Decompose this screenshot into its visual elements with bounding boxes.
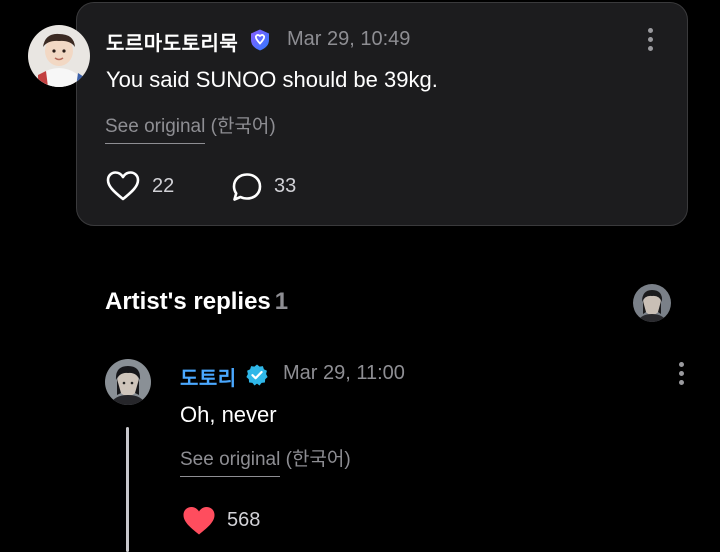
original-language: (한국어) <box>285 449 351 470</box>
artist-replies-count: 1 <box>274 288 289 315</box>
see-original-link[interactable]: See original (한국어) <box>105 111 276 144</box>
see-original-label[interactable]: See original <box>105 116 206 144</box>
reply-like-count: 568 <box>227 509 261 531</box>
speech-bubble-icon[interactable] <box>231 171 263 203</box>
original-language: (한국어) <box>210 116 276 137</box>
heart-outline-icon[interactable] <box>105 170 141 202</box>
membership-badge-icon <box>248 28 272 52</box>
artist-replies-title: Artist's replies <box>105 288 271 315</box>
reply-thread-line <box>126 427 129 552</box>
artist-replies-heading: Artist's replies 1 <box>105 288 288 316</box>
user-avatar[interactable] <box>28 25 90 87</box>
reply-author-name[interactable]: 도토리 <box>180 362 237 391</box>
reply-body: Oh, never <box>180 402 277 427</box>
comment-timestamp: Mar 29, 10:49 <box>287 28 411 50</box>
comment-body: You said SUNOO should be 39kg. <box>106 67 438 92</box>
comment-reply-count: 33 <box>274 175 297 197</box>
reply-author-avatar[interactable] <box>105 359 151 405</box>
comment-like-count: 22 <box>152 175 175 197</box>
reply-timestamp: Mar 29, 11:00 <box>283 362 405 384</box>
verified-check-icon <box>245 363 269 387</box>
more-vertical-icon[interactable] <box>647 28 655 54</box>
artist-avatar[interactable] <box>633 284 671 322</box>
see-original-label[interactable]: See original <box>180 449 281 477</box>
heart-filled-icon[interactable] <box>181 505 217 537</box>
see-original-link[interactable]: See original (한국어) <box>180 444 351 477</box>
comment-author-name[interactable]: 도르마도토리묵 <box>106 27 238 56</box>
more-vertical-icon[interactable] <box>678 362 686 388</box>
